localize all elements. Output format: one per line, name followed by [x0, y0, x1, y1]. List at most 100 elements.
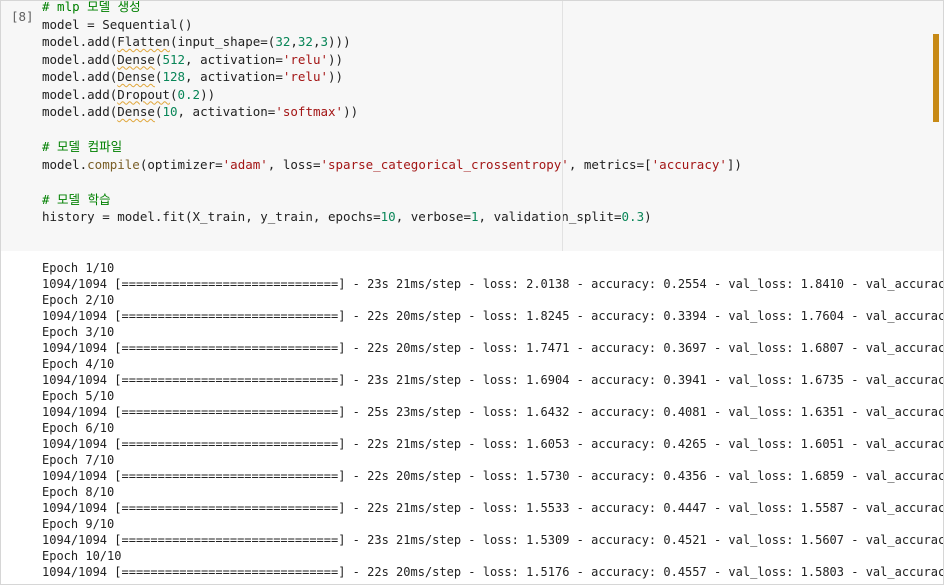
epoch-progress-line: 1094/1094 [=============================…: [42, 372, 944, 388]
epoch-header: Epoch 2/10: [42, 293, 115, 307]
separator-text: - accuracy:: [569, 309, 664, 323]
code-token: Flatten: [117, 34, 170, 49]
separator-text: - loss:: [461, 309, 527, 323]
separator-text: -: [345, 501, 368, 515]
code-token: 'accuracy': [651, 156, 727, 172]
code-line: model.add(Dropout(0.2)): [42, 86, 742, 104]
separator-text: - loss:: [461, 501, 527, 515]
bar-value: [==============================]: [114, 341, 346, 355]
code-line: model.add(Dense(10, activation='softmax'…: [42, 103, 742, 121]
code-line: model.add(Dense(128, activation='relu')): [42, 68, 742, 86]
code-token: (optimizer=: [139, 156, 223, 172]
code-token: 'sparse_categorical_crossentropy': [320, 156, 569, 172]
epoch-progress-line: 1094/1094 [=============================…: [42, 500, 943, 516]
code-token: )): [328, 51, 344, 67]
val-loss-value: 1.6807: [800, 341, 845, 355]
separator-text: -: [345, 309, 368, 323]
code-token: ): [644, 209, 652, 224]
loss-value: 1.6053: [526, 437, 570, 451]
loss-value: 1.5176: [526, 565, 570, 579]
separator-text: - accuracy:: [569, 565, 664, 579]
code-token: model.add(: [42, 69, 118, 84]
code-line: model.add(Dense(512, activation='relu')): [42, 51, 742, 69]
code-token: , metrics=[: [568, 156, 652, 172]
loss-value: 1.6904: [526, 373, 570, 387]
code-token: 1: [470, 209, 479, 224]
separator-text: - accuracy:: [569, 501, 664, 515]
code-editor[interactable]: # mlp 모델 생성 model = Sequential() model.add…: [42, 0, 742, 226]
steps-value: 1094/1094: [42, 565, 108, 579]
accuracy-value: 0.4447: [663, 501, 707, 515]
bar-value: [==============================]: [114, 565, 346, 579]
separator-text: - val_accuracy:: [851, 373, 944, 387]
code-token: model = Sequential(): [42, 16, 193, 32]
separator-text: - accuracy:: [569, 341, 664, 355]
code-token: , loss=: [267, 156, 321, 172]
code-token: 3: [320, 34, 329, 49]
separator-text: - loss:: [461, 277, 527, 291]
accuracy-value: 0.2554: [663, 277, 707, 291]
separator-text: -: [345, 533, 368, 547]
separator-text: - val_loss:: [706, 341, 801, 355]
loss-value: 1.7471: [526, 341, 570, 355]
code-token: 0.2: [177, 86, 201, 102]
code-token: 10: [380, 209, 396, 224]
code-line: # 모델 컴파일: [42, 138, 742, 156]
time-value: 22s 21ms/step: [367, 437, 462, 451]
separator-text: - val_loss:: [706, 277, 801, 291]
separator-text: -: [345, 373, 368, 387]
separator-text: - val_accuracy:: [851, 533, 944, 547]
code-line: # 모델 학습: [42, 191, 742, 209]
epoch-progress-line: 1094/1094 [=============================…: [42, 276, 944, 292]
code-token: 10: [162, 104, 178, 119]
cell-output: Epoch 1/10 1094/1094 [===================…: [42, 260, 944, 580]
val-loss-value: 1.8410: [800, 277, 845, 291]
code-token: , validation_split=: [478, 209, 622, 224]
time-value: 23s 21ms/step: [367, 277, 462, 291]
separator-text: - val_accuracy:: [851, 277, 944, 291]
separator-text: - val_loss:: [706, 533, 801, 547]
code-token: 32: [275, 34, 291, 49]
separator-text: - val_loss:: [706, 565, 801, 579]
separator-text: -: [345, 405, 368, 419]
steps-value: 1094/1094: [42, 437, 108, 451]
val-loss-value: 1.5607: [800, 533, 845, 547]
code-token: ,: [290, 34, 298, 49]
scrollbar-marker[interactable]: [933, 34, 939, 122]
separator-text: - loss:: [461, 437, 527, 451]
val-loss-value: 1.6051: [800, 437, 845, 451]
code-cell[interactable]: [8] # mlp 모델 생성 model = Sequential() model…: [1, 1, 943, 251]
steps-value: 1094/1094: [42, 277, 108, 291]
bar-value: [==============================]: [114, 309, 346, 323]
code-token: model.add(: [42, 86, 118, 102]
steps-value: 1094/1094: [42, 501, 108, 515]
epoch-header: Epoch 4/10: [42, 357, 115, 371]
separator-text: - val_accuracy:: [851, 437, 944, 451]
accuracy-value: 0.3394: [663, 309, 707, 323]
separator-text: - val_accuracy:: [851, 469, 944, 483]
code-token: , activation=: [185, 51, 283, 67]
code-token: Dense: [117, 69, 155, 84]
code-token: # 모델 컴파일: [42, 139, 123, 154]
bar-value: [==============================]: [114, 501, 346, 515]
code-token: 'softmax': [275, 104, 344, 119]
time-value: 23s 21ms/step: [367, 373, 462, 387]
code-token: 'relu': [282, 69, 329, 84]
separator-text: -: [345, 565, 368, 579]
code-token: model.add(: [42, 34, 118, 49]
code-token: # mlp 모델 생성: [42, 0, 141, 14]
epoch-header: Epoch 8/10: [42, 485, 115, 499]
separator-text: - loss:: [461, 373, 527, 387]
loss-value: 1.5730: [526, 469, 570, 483]
separator-text: - accuracy:: [569, 405, 664, 419]
val-loss-value: 1.6351: [800, 405, 845, 419]
bar-value: [==============================]: [114, 533, 346, 547]
accuracy-value: 0.4521: [663, 533, 707, 547]
separator-text: - loss:: [461, 341, 527, 355]
code-token: compile: [87, 156, 140, 172]
separator-text: - accuracy:: [569, 277, 664, 291]
epoch-progress-line: 1094/1094 [=============================…: [42, 340, 943, 356]
bar-value: [==============================]: [114, 437, 346, 451]
accuracy-value: 0.4081: [663, 405, 707, 419]
